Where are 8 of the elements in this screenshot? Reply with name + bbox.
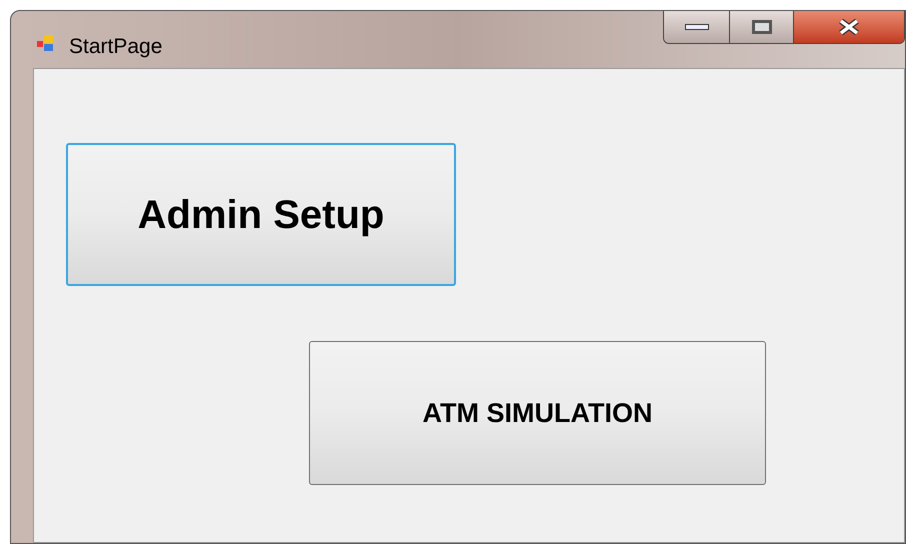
minimize-button[interactable] (664, 11, 730, 43)
window-title: StartPage (69, 34, 162, 60)
app-icon (37, 34, 55, 52)
maximize-button[interactable] (730, 11, 794, 43)
form-button[interactable]: ATM SIMULATION (309, 341, 766, 485)
form-button[interactable]: Admin Setup (66, 143, 456, 286)
close-button[interactable] (794, 11, 904, 43)
close-icon (838, 19, 860, 35)
